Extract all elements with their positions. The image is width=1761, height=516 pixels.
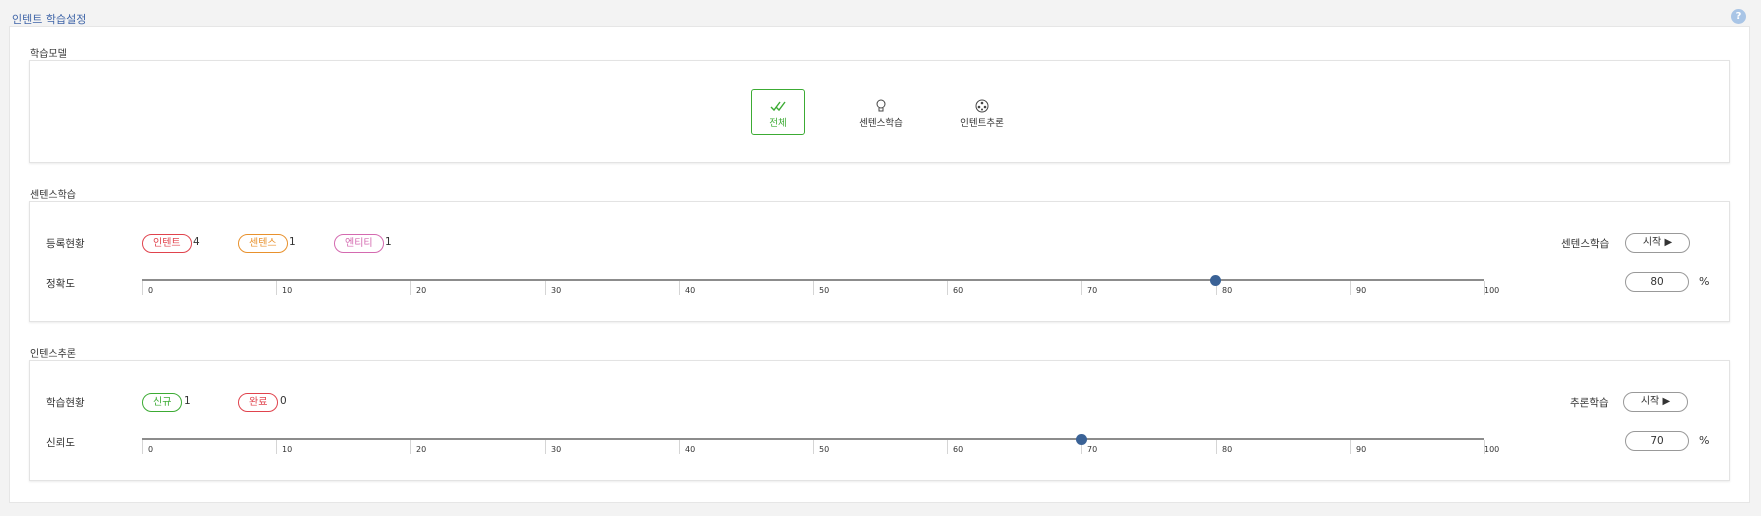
slider-tick-label: 30 xyxy=(551,286,562,295)
intent-inference-box: 학습현황 신규 1 완료 0 추론학습 시작 ▶ 신뢰도 0 10 20 30 40 50… xyxy=(29,360,1730,481)
confidence-input[interactable] xyxy=(1625,431,1689,451)
inference-action-label: 추론학습 xyxy=(1570,397,1609,409)
badge-new: 신규 xyxy=(142,393,183,412)
slider-tick-label: 0 xyxy=(148,286,154,295)
slider-tick-label: 20 xyxy=(416,286,427,295)
slider-tick-label: 40 xyxy=(685,445,696,454)
accuracy-label: 정확도 xyxy=(46,278,75,290)
slider-tick-label: 60 xyxy=(953,445,964,454)
accuracy-slider[interactable]: 0 10 20 30 40 50 60 70 80 90 100 xyxy=(142,275,1499,297)
badge-done-count: 0 xyxy=(280,395,287,407)
slider-tick-label: 70 xyxy=(1087,445,1098,454)
model-option-sentence[interactable]: 센텐스학습 xyxy=(853,89,909,135)
confidence-label: 신뢰도 xyxy=(46,437,75,449)
sentence-learning-box: 등록현황 인텐트 4 센텐스 1 엔티티 1 센텐스학습 시작 ▶ 정확도 0 1… xyxy=(29,201,1730,322)
badge-entity: 엔티티 xyxy=(334,234,384,253)
slider-tick-label: 20 xyxy=(416,445,427,454)
learning-status-label: 학습현황 xyxy=(46,397,85,409)
accuracy-input[interactable] xyxy=(1625,272,1689,292)
model-option-label: 센텐스학습 xyxy=(859,118,903,129)
film-reel-icon xyxy=(975,99,989,113)
badge-new-count: 1 xyxy=(184,395,191,407)
badge-entity-count: 1 xyxy=(385,236,392,248)
lightbulb-icon xyxy=(876,99,886,112)
slider-tick-label: 50 xyxy=(819,286,830,295)
confidence-unit: % xyxy=(1699,434,1710,447)
badge-intent-count: 4 xyxy=(193,236,200,248)
model-option-all[interactable]: 전체 xyxy=(751,89,805,135)
slider-tick-label: 70 xyxy=(1087,286,1098,295)
page-title: 인텐트 학습설정 xyxy=(12,13,87,26)
model-option-label: 인텐트추론 xyxy=(960,118,1004,129)
badge-intent: 인텐트 xyxy=(142,234,192,253)
sentence-learning-action-label: 센텐스학습 xyxy=(1561,238,1610,250)
slider-tick-label: 40 xyxy=(685,286,696,295)
slider-thumb[interactable] xyxy=(1075,434,1087,445)
slider-tick-label: 50 xyxy=(819,445,830,454)
help-icon[interactable]: ? xyxy=(1731,9,1746,24)
badge-sentence-count: 1 xyxy=(289,236,296,248)
badge-done: 완료 xyxy=(238,393,279,412)
slider-tick-label: 60 xyxy=(953,286,964,295)
model-section-label: 학습모델 xyxy=(30,49,67,60)
slider-thumb[interactable] xyxy=(1210,275,1222,286)
slider-tick-label: 90 xyxy=(1356,445,1367,454)
slider-tick-label: 0 xyxy=(148,445,154,454)
confidence-slider[interactable]: 0 10 20 30 40 50 60 70 80 90 100 xyxy=(142,434,1499,456)
model-selector-box: 전체 센텐스학습 인텐트추론 xyxy=(29,60,1730,163)
slider-tick-label: 10 xyxy=(282,445,293,454)
slider-tick-label: 80 xyxy=(1222,286,1233,295)
double-check-icon xyxy=(770,101,786,112)
sentence-section-label: 센텐스학습 xyxy=(30,190,76,201)
slider-tick-label: 100 xyxy=(1484,286,1500,295)
badge-sentence: 센텐스 xyxy=(238,234,288,253)
slider-tick-label: 80 xyxy=(1222,445,1233,454)
accuracy-unit: % xyxy=(1699,275,1710,288)
inference-start-button[interactable]: 시작 ▶ xyxy=(1623,392,1688,412)
intent-section-label: 인텐스추론 xyxy=(30,349,76,360)
sentence-start-button[interactable]: 시작 ▶ xyxy=(1625,233,1690,253)
model-option-label: 전체 xyxy=(769,118,787,129)
slider-tick-label: 10 xyxy=(282,286,293,295)
slider-tick-label: 30 xyxy=(551,445,562,454)
slider-tick-label: 100 xyxy=(1484,445,1500,454)
slider-tick-label: 90 xyxy=(1356,286,1367,295)
registration-status-label: 등록현황 xyxy=(46,238,85,250)
model-option-intent[interactable]: 인텐트추론 xyxy=(954,89,1010,135)
